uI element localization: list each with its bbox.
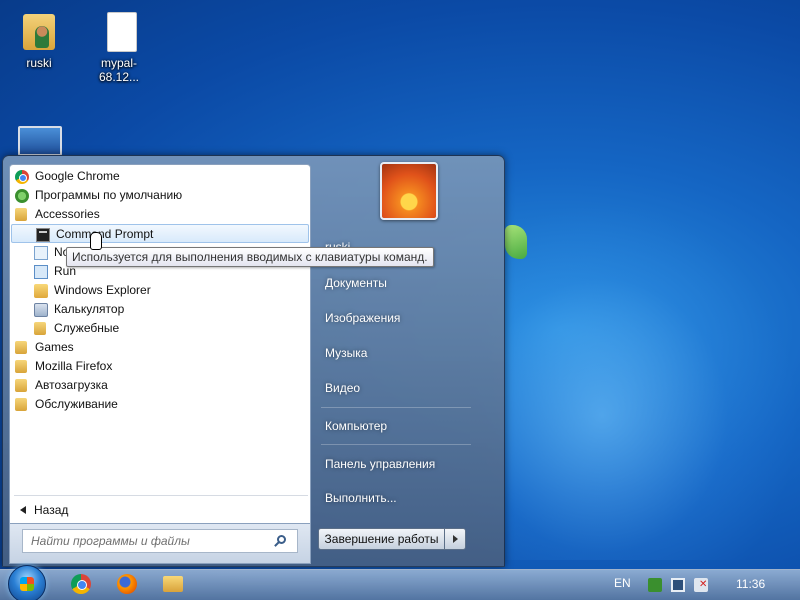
folder-mozilla-firefox[interactable]: Mozilla Firefox [10,357,310,376]
program-label: Mozilla Firefox [35,359,113,373]
programs-pane: Google Chrome Программы по умолчанию Acc… [9,164,311,524]
hand-cursor-icon [90,232,102,250]
calculator-icon [34,303,48,317]
folder-icon [15,360,27,373]
folder-icon [15,208,27,221]
right-item-music[interactable]: Музыка [325,346,367,360]
firefox-icon[interactable] [117,574,137,594]
computer-icon[interactable] [18,126,62,156]
folder-icon [15,398,27,411]
windows-logo-fragment [505,225,527,259]
program-label: Google Chrome [35,169,120,183]
action-center-flag-icon[interactable] [648,578,662,592]
right-item-control-panel[interactable]: Панель управления [325,457,435,471]
chrome-icon [15,170,29,184]
start-button[interactable] [8,565,46,600]
search-input[interactable] [22,529,298,553]
program-label: Command Prompt [56,227,154,241]
right-item-pictures[interactable]: Изображения [325,311,400,325]
program-label: Служебные [54,321,120,335]
search-icon[interactable] [277,535,286,544]
program-list: Google Chrome Программы по умолчанию Acc… [10,167,310,414]
program-default-programs[interactable]: Программы по умолчанию [10,186,310,205]
run-icon [34,265,48,279]
back-label: Назад [34,503,69,517]
right-item-documents[interactable]: Документы [325,276,387,290]
default-programs-icon [15,189,29,203]
folder-icon [15,341,27,354]
folder-games[interactable]: Games [10,338,310,357]
desktop-icon-mypal[interactable]: mypal-68.12... [84,8,154,84]
right-item-video[interactable]: Видео [325,381,360,395]
program-command-prompt[interactable]: Command Prompt [11,224,309,243]
file-icon [99,8,139,52]
folder-maintenance[interactable]: Обслуживание [10,395,310,414]
divider [14,495,308,496]
right-item-run[interactable]: Выполнить... [325,491,397,505]
chrome-icon[interactable] [71,574,91,594]
folder-icon [15,379,27,392]
notepad-icon [34,246,48,260]
shutdown-options-arrow-icon[interactable] [444,528,466,550]
desktop-icon-label: ruski [26,56,52,70]
divider [321,444,471,445]
program-label: Games [35,340,74,354]
back-button[interactable]: Назад [18,501,68,519]
user-folder-icon [19,8,59,52]
network-icon[interactable] [671,578,685,592]
program-label: Windows Explorer [54,283,151,297]
shutdown-button[interactable]: Завершение работы [318,528,445,550]
clock[interactable]: 11:36 [736,577,765,591]
program-calculator[interactable]: Калькулятор [10,300,310,319]
program-google-chrome[interactable]: Google Chrome [10,167,310,186]
desktop-icon-label: mypal-68.12... [98,56,140,84]
explorer-icon[interactable] [163,576,183,592]
folder-accessories[interactable]: Accessories [10,205,310,224]
volume-muted-icon[interactable] [694,578,708,592]
program-label: Автозагрузка [35,378,108,392]
program-label: Обслуживание [35,397,118,411]
back-arrow-icon [20,506,26,514]
folder-startup[interactable]: Автозагрузка [10,376,310,395]
language-indicator[interactable]: EN [614,576,631,590]
start-menu: Google Chrome Программы по умолчанию Acc… [2,155,505,567]
tooltip: Используется для выполнения вводимых с к… [66,247,434,267]
program-label: Accessories [35,207,100,221]
divider [321,407,471,408]
user-avatar[interactable] [380,162,438,220]
program-label: Программы по умолчанию [35,188,183,202]
right-item-computer[interactable]: Компьютер [325,419,387,433]
program-label: Калькулятор [54,302,125,316]
explorer-icon [34,284,48,298]
program-windows-explorer[interactable]: Windows Explorer [10,281,310,300]
command-prompt-icon [36,228,50,242]
folder-system-tools[interactable]: Служебные [10,319,310,338]
desktop-icon-ruski[interactable]: ruski [4,8,74,70]
search-bar [9,524,311,564]
folder-icon [34,322,46,335]
